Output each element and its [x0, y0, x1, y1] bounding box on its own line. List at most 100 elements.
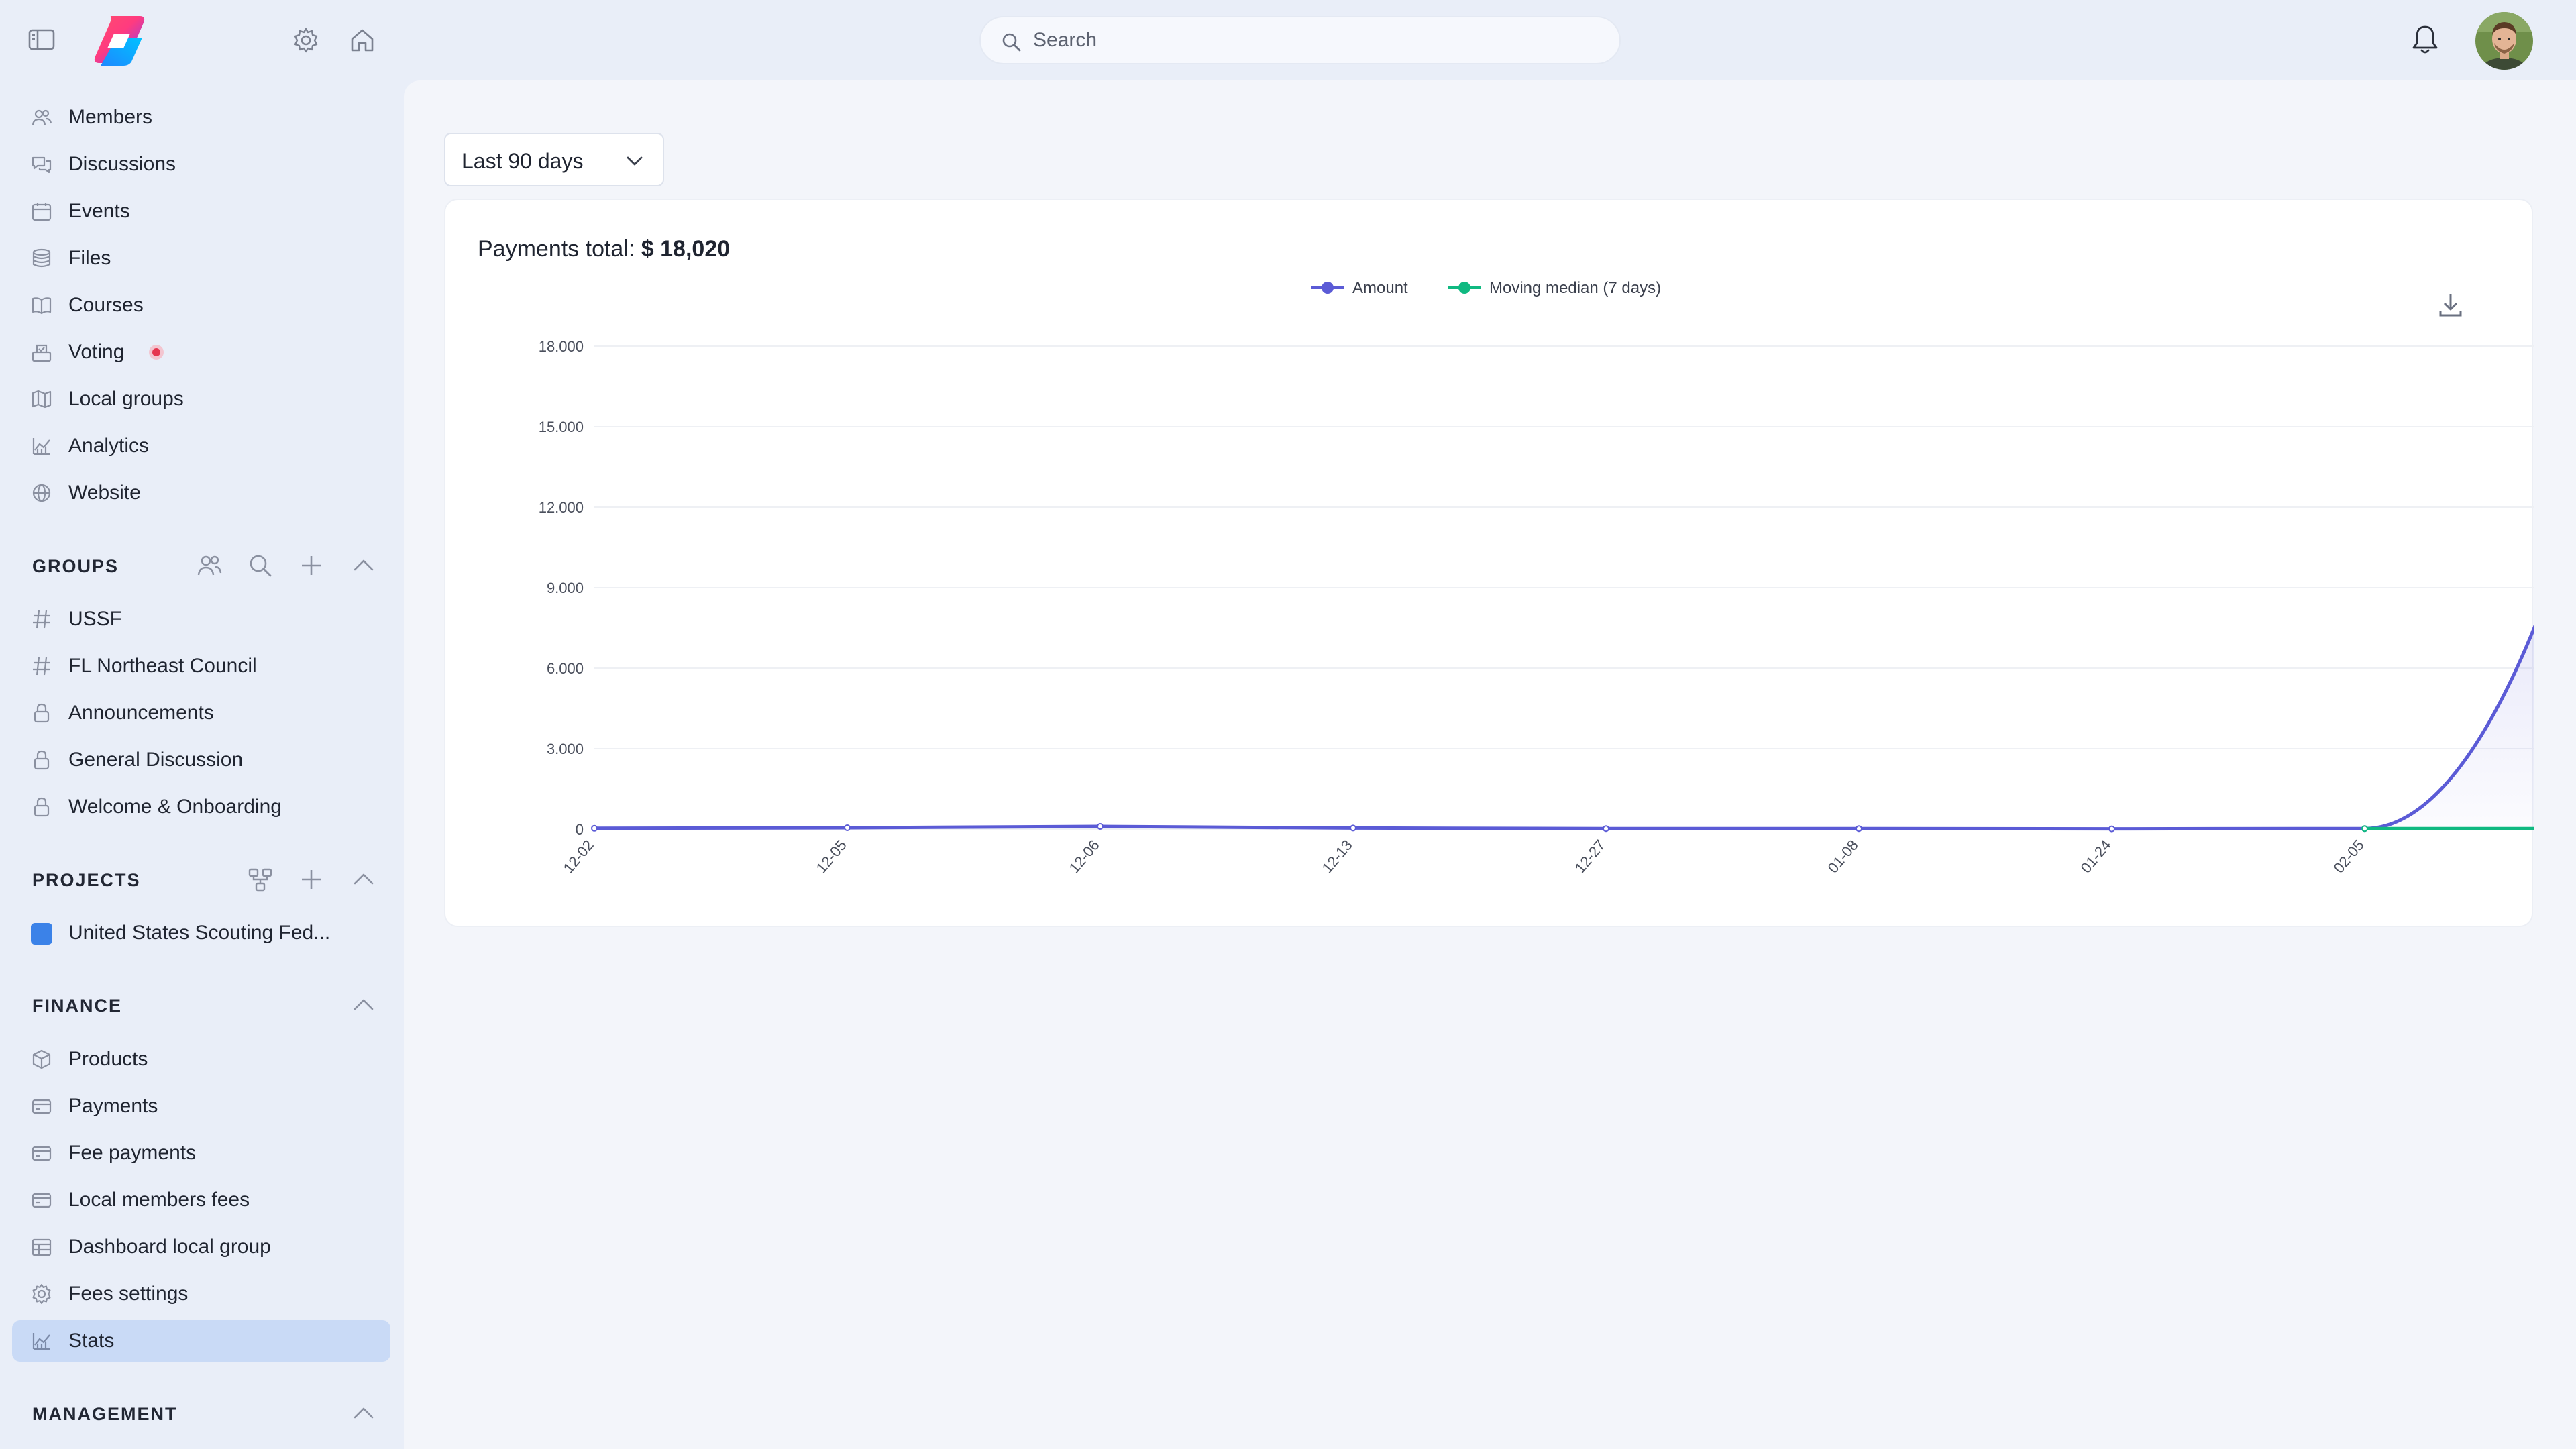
sidebar: Members Discussions Events Files Courses… — [0, 80, 404, 1449]
sidebar-item-label: General Discussion — [68, 749, 244, 771]
sidebar-item-label: Files — [68, 247, 111, 269]
hash-icon — [31, 655, 52, 677]
home-icon[interactable] — [349, 27, 376, 54]
amount-point — [1350, 824, 1356, 832]
hash-icon — [31, 608, 52, 630]
sidebar-item-members[interactable]: Members — [12, 97, 390, 138]
legend-label: Amount — [1352, 279, 1408, 297]
avatar[interactable] — [2475, 12, 2533, 70]
top-bar — [0, 0, 2576, 80]
search-input[interactable] — [1033, 24, 1603, 56]
sidebar-item-group-announcements[interactable]: Announcements — [12, 692, 390, 734]
sidebar-item-label: Payments — [68, 1095, 158, 1117]
sidebar-item-website[interactable]: Website — [12, 472, 390, 514]
card-icon — [31, 1142, 52, 1164]
y-tick-label: 18.000 — [539, 338, 584, 355]
lock-icon — [31, 702, 52, 724]
sidebar-item-discussions[interactable]: Discussions — [12, 144, 390, 185]
projects-section-title: PROJECTS — [32, 870, 141, 890]
gear-icon — [31, 1283, 52, 1305]
lock-icon — [31, 749, 52, 771]
box-icon — [31, 1049, 52, 1070]
app-logo[interactable] — [90, 13, 148, 66]
amount-line — [594, 623, 2534, 831]
lock-icon — [31, 796, 52, 818]
sidebar-item-label: Products — [68, 1048, 148, 1070]
sidebar-item-payments[interactable]: Payments — [12, 1085, 390, 1127]
sidebar-item-local-groups[interactable]: Local groups — [12, 378, 390, 420]
sidebar-item-events[interactable]: Events — [12, 191, 390, 232]
sidebar-item-stats[interactable]: Stats — [12, 1320, 390, 1362]
y-tick-label: 6.000 — [547, 660, 584, 677]
y-tick-label: 12.000 — [539, 499, 584, 516]
app-root: Members Discussions Events Files Courses… — [0, 0, 2576, 1449]
sidebar-item-local-members-fees[interactable]: Local members fees — [12, 1179, 390, 1221]
sidebar-item-label: USSF — [68, 608, 123, 630]
management-section-title: MANAGEMENT — [32, 1404, 178, 1424]
sidebar-item-dashboard-local-group[interactable]: Dashboard local group — [12, 1226, 390, 1268]
groups-collapse-chevron-icon[interactable] — [350, 552, 377, 579]
sidebar-item-group-welcome[interactable]: Welcome & Onboarding — [12, 786, 390, 828]
sidebar-item-analytics[interactable]: Analytics — [12, 425, 390, 467]
sidebar-item-courses[interactable]: Courses — [12, 284, 390, 326]
sidebar-item-project[interactable]: United States Scouting Fed... — [12, 912, 390, 954]
sidebar-item-label: Fee payments — [68, 1142, 197, 1164]
amount-point — [1603, 825, 1609, 833]
notification-dot — [149, 345, 164, 360]
group-members-icon[interactable] — [196, 552, 223, 579]
y-tick-label: 9.000 — [547, 580, 584, 596]
sidebar-item-label: Stats — [68, 1330, 115, 1352]
amount-point — [2108, 825, 2115, 833]
project-add-icon[interactable] — [298, 866, 325, 893]
date-range-select[interactable]: Last 90 days — [444, 133, 664, 186]
amount-area — [594, 627, 2534, 829]
group-search-icon[interactable] — [247, 552, 274, 579]
sidebar-item-group-general-discussion[interactable]: General Discussion — [12, 739, 390, 781]
sidebar-item-label: Announcements — [68, 702, 214, 724]
sidebar-item-voting[interactable]: Voting — [12, 331, 390, 373]
x-tick-label: 12-02 — [560, 837, 597, 876]
sidebar-item-files[interactable]: Files — [12, 237, 390, 279]
payments-line-chart: 0 3.000 6.000 9.000 12.000 15.000 18.000 12-02 1… — [539, 279, 2534, 876]
project-tree-icon[interactable] — [247, 866, 274, 893]
sidebar-item-products[interactable]: Products — [12, 1038, 390, 1080]
globe-icon — [31, 482, 52, 504]
management-collapse-chevron-icon[interactable] — [350, 1400, 377, 1427]
bell-icon[interactable] — [2411, 24, 2439, 55]
amount-point — [591, 824, 598, 832]
groups-section-title: GROUPS — [32, 556, 119, 576]
card-icon — [31, 1189, 52, 1211]
finance-collapse-chevron-icon[interactable] — [350, 991, 377, 1018]
sidebar-item-label: Fees settings — [68, 1283, 189, 1305]
amount-point — [844, 824, 851, 831]
x-tick-label: 01-08 — [1825, 837, 1862, 876]
sidebar-item-label: Voting — [68, 341, 125, 363]
sidebar-toggle-icon[interactable] — [28, 28, 55, 51]
x-tick-label: 12-27 — [1572, 837, 1609, 876]
sidebar-item-label: Welcome & Onboarding — [68, 796, 282, 818]
median-point — [2361, 825, 2368, 833]
download-icon[interactable] — [2438, 291, 2463, 319]
card-icon — [31, 1095, 52, 1117]
search-bar[interactable] — [979, 16, 1621, 64]
settings-gear-icon[interactable] — [292, 27, 319, 54]
amount-point — [1097, 823, 1104, 830]
database-icon — [31, 248, 52, 269]
finance-section-title: FINANCE — [32, 996, 122, 1016]
legend-marker — [1322, 282, 1334, 294]
main-content: Last 90 days Payments total: $ 18,020 03… — [404, 80, 2576, 1449]
chart-icon — [31, 1330, 52, 1352]
sidebar-item-fee-payments[interactable]: Fee payments — [12, 1132, 390, 1174]
chevron-down-icon — [624, 150, 645, 172]
x-tick-label: 01-24 — [2078, 837, 2114, 876]
sidebar-item-label: Events — [68, 200, 130, 222]
sidebar-item-label: United States Scouting Fed... — [68, 922, 331, 944]
sidebar-item-group-fl-northeast[interactable]: FL Northeast Council — [12, 645, 390, 687]
projects-collapse-chevron-icon[interactable] — [350, 866, 377, 893]
y-tick-label: 0 — [576, 821, 584, 838]
project-color-swatch — [31, 923, 52, 945]
sidebar-item-group-ussf[interactable]: USSF — [12, 598, 390, 640]
sidebar-item-label: Local groups — [68, 388, 184, 410]
sidebar-item-fees-settings[interactable]: Fees settings — [12, 1273, 390, 1315]
group-add-icon[interactable] — [298, 552, 325, 579]
